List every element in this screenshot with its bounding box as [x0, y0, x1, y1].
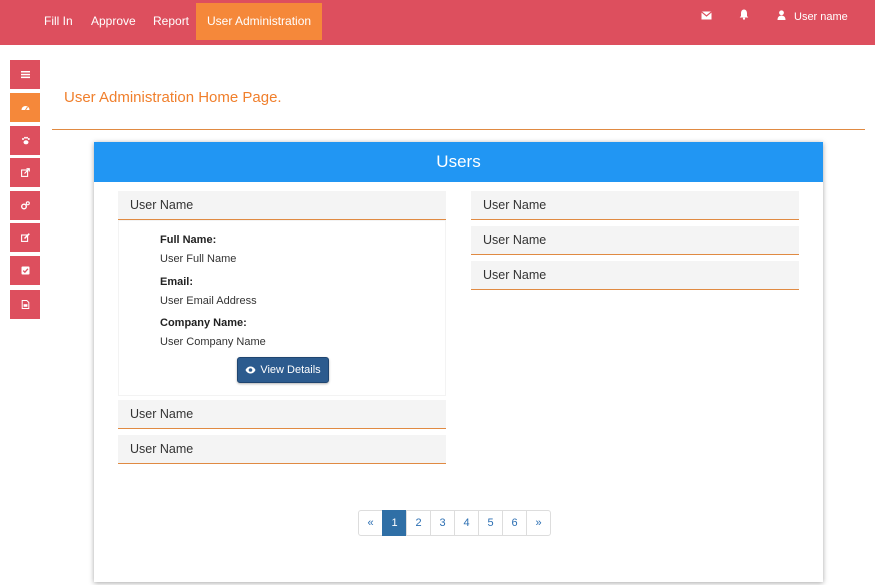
nav-item-fill-in[interactable]: Fill In	[44, 3, 73, 40]
full-name-label: Full Name:	[160, 234, 217, 246]
edit-icon[interactable]	[10, 223, 40, 252]
pdf-file-icon[interactable]	[10, 290, 40, 319]
user-accordion-item[interactable]: User Name	[471, 226, 799, 255]
external-link-icon[interactable]	[10, 158, 40, 187]
title-divider	[52, 129, 865, 130]
dashboard-icon[interactable]	[10, 93, 40, 122]
checkbox-icon[interactable]	[10, 256, 40, 285]
page-title: User Administration Home Page.	[64, 89, 282, 106]
user-details-panel: Full Name: User Full Name Email: User Em…	[118, 220, 446, 396]
nav-item-user-administration[interactable]: User Administration	[196, 3, 323, 40]
user-accordion-item[interactable]: User Name	[118, 191, 446, 220]
eye-icon	[245, 366, 256, 374]
pagination-page[interactable]: 2	[406, 510, 431, 536]
pagination: « 1 2 3 4 5 6 »	[358, 510, 551, 536]
menu-icon[interactable]	[10, 60, 40, 89]
email-value: User Email Address	[160, 295, 257, 307]
user-name-label[interactable]: User name	[794, 0, 848, 37]
pagination-page[interactable]: 1	[382, 510, 407, 536]
bell-icon[interactable]	[739, 0, 749, 37]
nav-item-report[interactable]: Report	[153, 3, 189, 40]
company-name-label: Company Name:	[160, 317, 247, 329]
view-details-label: View Details	[260, 364, 321, 376]
pagination-next[interactable]: »	[526, 510, 551, 536]
email-label: Email:	[160, 276, 194, 288]
user-icon[interactable]	[777, 0, 786, 37]
full-name-value: User Full Name	[160, 253, 237, 265]
pagination-page[interactable]: 6	[502, 510, 527, 536]
user-accordion-item[interactable]: User Name	[471, 261, 799, 290]
pagination-page[interactable]: 3	[430, 510, 455, 536]
pagination-prev[interactable]: «	[358, 510, 383, 536]
user-accordion-item[interactable]: User Name	[118, 400, 446, 429]
top-navbar: Fill In Approve Report User Administrati…	[0, 0, 875, 45]
paw-icon[interactable]	[10, 126, 40, 155]
user-accordion-item[interactable]: User Name	[118, 435, 446, 464]
user-accordion-item[interactable]: User Name	[471, 191, 799, 220]
pagination-page[interactable]: 4	[454, 510, 479, 536]
company-name-value: User Company Name	[160, 336, 266, 348]
envelope-icon[interactable]	[701, 0, 712, 37]
view-details-button[interactable]: View Details	[237, 357, 329, 383]
nav-item-approve[interactable]: Approve	[91, 3, 136, 40]
users-panel-header: Users	[94, 142, 823, 182]
cogs-icon[interactable]	[10, 191, 40, 220]
pagination-page[interactable]: 5	[478, 510, 503, 536]
